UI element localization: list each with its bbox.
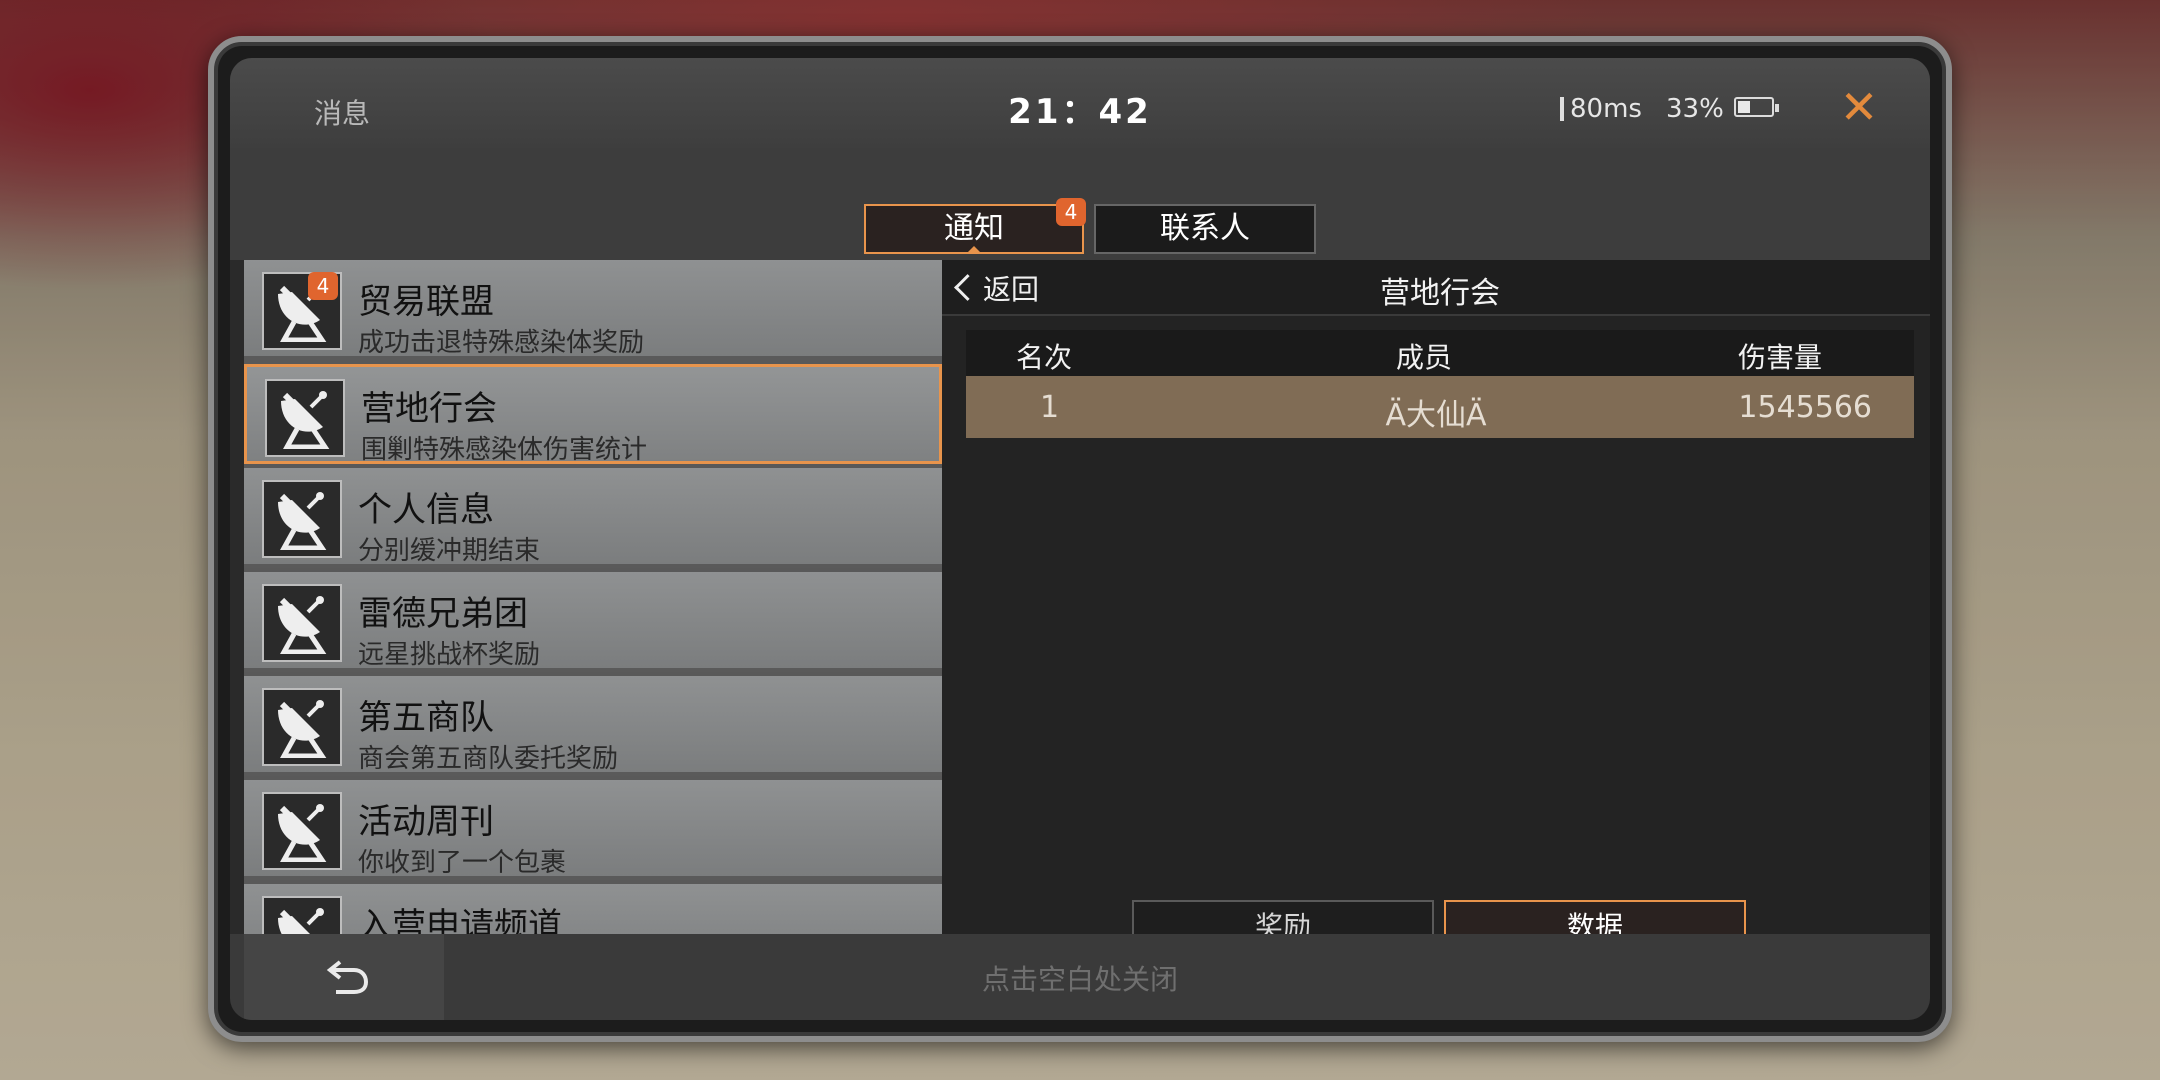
- list-item-personal-info[interactable]: 个人信息 分别缓冲期结束: [244, 468, 942, 568]
- list-item-camp-guild[interactable]: 营地行会 围剿特殊感染体伤害统计: [244, 364, 942, 465]
- ping-indicator: 80ms: [1560, 94, 1642, 124]
- item-subtitle: 成功击退特殊感染体奖励: [358, 328, 645, 358]
- list-item-weekly-events[interactable]: 活动周刊 你收到了一个包裹: [244, 780, 942, 880]
- list-item-fifth-caravan[interactable]: 第五商队 商会第五商队委托奖励: [244, 676, 942, 776]
- bottom-bar: 点击空白处关闭: [230, 934, 1930, 1020]
- cell-member: Ä大仙Ä: [1385, 398, 1487, 433]
- column-header-rank: 名次: [1016, 341, 1073, 374]
- detail-panel: 返回 营地行会 名次 成员 伤害量 1 Ä大仙Ä 1545566 奖励 数据: [942, 260, 1930, 986]
- ping-value: 80ms: [1570, 94, 1642, 124]
- status-bar: 消息 21：42 80ms 33% ✕: [230, 58, 1930, 148]
- close-hint[interactable]: 点击空白处关闭: [230, 958, 1930, 998]
- panel-header: 返回 营地行会: [942, 260, 1930, 316]
- message-device-frame: 消息 21：42 80ms 33% ✕ 通知 4 联系人 4 贸易联盟 成功击退…: [208, 36, 1952, 1042]
- item-title: 雷德兄弟团: [358, 594, 528, 634]
- item-title: 贸易联盟: [358, 282, 494, 322]
- message-list: 4 贸易联盟 成功击退特殊感染体奖励 营地行会 围剿特殊感染体伤害统计 个人信息…: [244, 260, 942, 986]
- item-title: 个人信息: [358, 490, 494, 530]
- cell-rank: 1: [1040, 390, 1060, 425]
- tab-label: 联系人: [1160, 211, 1250, 246]
- panel-title: 营地行会: [1380, 276, 1500, 311]
- message-screen: 消息 21：42 80ms 33% ✕ 通知 4 联系人 4 贸易联盟 成功击退…: [230, 58, 1930, 1020]
- tab-notifications[interactable]: 通知 4: [864, 198, 1086, 254]
- table-row[interactable]: 1 Ä大仙Ä 1545566: [966, 376, 1914, 438]
- column-header-member: 成员: [1396, 341, 1453, 374]
- cell-damage: 1545566: [1738, 390, 1872, 425]
- list-item-trade-alliance[interactable]: 4 贸易联盟 成功击退特殊感染体奖励: [244, 260, 942, 360]
- signal-icon: [1560, 97, 1564, 121]
- column-header-damage: 伤害量: [1738, 341, 1823, 374]
- satellite-dish-icon: [262, 480, 342, 558]
- close-icon[interactable]: ✕: [1832, 80, 1886, 134]
- satellite-dish-icon: [262, 792, 342, 870]
- list-item-reid-brotherhood[interactable]: 雷德兄弟团 远星挑战杯奖励: [244, 572, 942, 672]
- item-subtitle: 商会第五商队委托奖励: [358, 744, 619, 774]
- item-subtitle: 分别缓冲期结束: [358, 536, 541, 566]
- tab-label: 通知: [944, 211, 1004, 246]
- battery-percent: 33%: [1666, 94, 1724, 124]
- tab-bar: 通知 4 联系人: [230, 148, 1930, 260]
- item-title: 第五商队: [358, 698, 494, 738]
- item-subtitle: 围剿特殊感染体伤害统计: [361, 435, 648, 465]
- unread-badge: 4: [1056, 198, 1086, 226]
- item-subtitle: 远星挑战杯奖励: [358, 640, 541, 670]
- tab-contacts[interactable]: 联系人: [1094, 204, 1316, 254]
- satellite-dish-icon: [262, 688, 342, 766]
- battery-icon: [1734, 97, 1779, 117]
- item-title: 营地行会: [361, 389, 497, 429]
- item-title: 活动周刊: [358, 802, 494, 842]
- table-header: 名次 成员 伤害量: [966, 330, 1914, 376]
- satellite-dish-icon: [265, 379, 345, 457]
- satellite-dish-icon: [262, 584, 342, 662]
- unread-badge: 4: [308, 272, 338, 300]
- item-subtitle: 你收到了一个包裹: [358, 848, 567, 878]
